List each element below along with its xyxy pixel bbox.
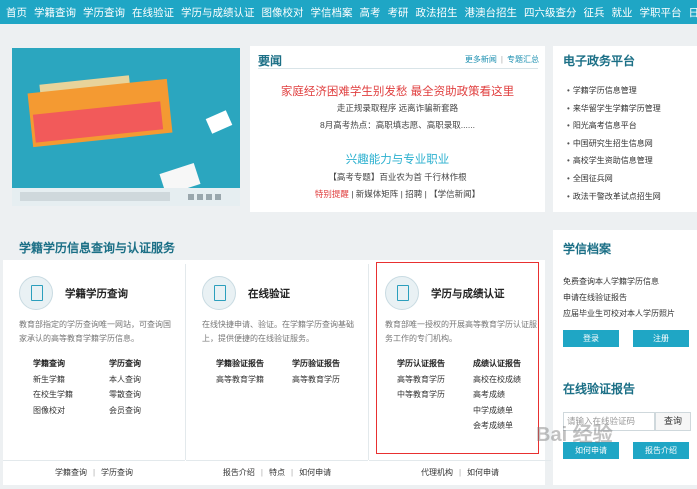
egov-link[interactable]: 中国研究生招生信息网: [567, 135, 661, 153]
banner-image[interactable]: [12, 48, 240, 206]
egov-link[interactable]: 全国征兵网: [567, 170, 661, 188]
service-link[interactable]: 高等教育学历: [292, 372, 340, 388]
banner-pager[interactable]: [188, 194, 221, 200]
nav-item[interactable]: 图像校对: [262, 5, 304, 20]
highlight-box: [376, 262, 539, 454]
card-footer: 代理机构 | 如何申请: [369, 460, 551, 486]
report-intro-button[interactable]: 报告介绍: [633, 442, 689, 459]
top-band: [0, 24, 697, 41]
services-title: 学籍学历信息查询与认证服务: [19, 241, 176, 255]
egov-link[interactable]: 来华留学生学籍学历管理: [567, 100, 661, 118]
card-title[interactable]: 学籍学历查询: [65, 286, 128, 301]
card-title[interactable]: 在线验证: [248, 286, 290, 301]
card-links-col: 学历查询 本人查询 零散查询 会员查询: [109, 356, 141, 418]
nav-item[interactable]: 考研: [388, 5, 409, 20]
footer-link[interactable]: 如何申请: [467, 468, 499, 477]
card-links-col: 学籍查询 新生学籍 在校生学籍 图像校对: [33, 356, 73, 418]
service-link[interactable]: 图像校对: [33, 403, 73, 419]
card-desc: 教育部指定的学历查询唯一网站，可查询国家承认的高等教育学籍学历信息。: [19, 320, 171, 343]
egov-link[interactable]: 阳光高考信息平台: [567, 117, 661, 135]
xueji-link[interactable]: 申请在线验证报告: [563, 292, 627, 303]
card-degree-query: 学籍学历查询 教育部指定的学历查询唯一网站，可查询国家承认的高等教育学籍学历信息…: [3, 264, 185, 486]
verify-title: 在线验证报告: [563, 382, 636, 396]
top-nav: 首页 学籍查询 学历查询 在线验证 学历与成绩认证 图像校对 学信档案 高考 考研 政法招生 港澳台…: [0, 0, 697, 24]
egov-link[interactable]: 高校学生资助信息管理: [567, 152, 661, 170]
banner-shape: [205, 110, 233, 134]
headline-link[interactable]: 兴趣能力与专业职业: [250, 151, 545, 167]
footer-link[interactable]: 代理机构: [421, 468, 453, 477]
banner-caption: [20, 192, 170, 201]
nav-item[interactable]: 港澳台招生: [465, 5, 518, 20]
service-link[interactable]: 在校生学籍: [33, 387, 73, 403]
egov-list: 学籍学历信息管理来华留学生学籍学历管理阳光高考信息平台中国研究生招生信息网高校学…: [567, 82, 661, 205]
watermark: Bai 经验: [536, 424, 613, 446]
nav-item[interactable]: 征兵: [584, 5, 605, 20]
news-link[interactable]: 走正规录取程序 远离诈骗新套路: [250, 102, 545, 114]
news-link[interactable]: 【高考专题】百业农为首 千行林作根: [250, 171, 545, 183]
nav-item[interactable]: 学历查询: [83, 5, 125, 20]
card-footer: 报告介绍 | 特点 | 如何申请: [186, 460, 368, 486]
xueji-link[interactable]: 免费查询本人学籍学历信息: [563, 276, 659, 287]
nav-item[interactable]: 在线验证: [132, 5, 174, 20]
footer-link[interactable]: 特点: [269, 468, 285, 477]
news-links-rest[interactable]: | 新媒体矩阵 | 招聘 | 【学信新闻】: [349, 189, 480, 199]
egov-link[interactable]: 政法干警改革试点招生网: [567, 188, 661, 206]
document-icon: [202, 276, 236, 310]
card-desc: 在线快捷申请、验证。在学籍学历查询基础上，提供便捷的在线验证服务。: [202, 320, 354, 343]
card-online-verify: 在线验证 在线快捷申请、验证。在学籍学历查询基础上，提供便捷的在线验证服务。 学…: [186, 264, 368, 486]
document-icon: [19, 276, 53, 310]
card-links-col: 学历验证报告 高等教育学历: [292, 356, 340, 387]
nav-item[interactable]: 就业: [612, 5, 633, 20]
footer-link[interactable]: 报告介绍: [223, 468, 255, 477]
nav-item[interactable]: 学职平台: [640, 5, 682, 20]
xueji-link[interactable]: 应届毕业生可校对本人学历照片: [563, 308, 675, 319]
footer-link[interactable]: 学籍查询: [55, 468, 87, 477]
nav-item[interactable]: 日本频道: [689, 5, 697, 20]
egov-link[interactable]: 学籍学历信息管理: [567, 82, 661, 100]
footer-link[interactable]: 学历查询: [101, 468, 133, 477]
nav-item[interactable]: 学信档案: [311, 5, 353, 20]
nav-item[interactable]: 四六级查分: [524, 5, 577, 20]
topics-link[interactable]: 专题汇总: [507, 55, 539, 64]
links-heading[interactable]: 学籍验证报告: [216, 356, 264, 372]
special-notice-link[interactable]: 特别提醒: [315, 189, 349, 199]
links-heading[interactable]: 学籍查询: [33, 356, 73, 372]
service-link[interactable]: 新生学籍: [33, 372, 73, 388]
service-link[interactable]: 会员查询: [109, 403, 141, 419]
links-heading[interactable]: 学历验证报告: [292, 356, 340, 372]
more-news-link[interactable]: 更多新闻: [465, 55, 497, 64]
links-heading[interactable]: 学历查询: [109, 356, 141, 372]
card-links-col: 学籍验证报告 高等教育学籍: [216, 356, 264, 387]
register-button[interactable]: 注册: [633, 330, 689, 347]
headline-link[interactable]: 家庭经济困难学生别发愁 最全资助政策看这里: [250, 83, 545, 99]
nav-item[interactable]: 首页: [6, 5, 27, 20]
news-panel: 要闻 更多新闻 | 专题汇总 家庭经济困难学生别发愁 最全资助政策看这里 走正规录取…: [250, 46, 545, 212]
news-link[interactable]: 8月高考热点：高职填志愿、高职录取......: [250, 119, 545, 131]
nav-item[interactable]: 学历与成绩认证: [181, 5, 255, 20]
nav-item[interactable]: 学籍查询: [34, 5, 76, 20]
login-button[interactable]: 登录: [563, 330, 619, 347]
news-links: 更多新闻 | 专题汇总: [464, 55, 539, 64]
service-link[interactable]: 高等教育学籍: [216, 372, 264, 388]
news-title: 要闻: [258, 54, 283, 68]
query-button[interactable]: 查询: [655, 412, 691, 431]
nav-item[interactable]: 高考: [360, 5, 381, 20]
xueji-title: 学信档案: [563, 242, 612, 256]
nav-item[interactable]: 政法招生: [416, 5, 458, 20]
divider: [258, 68, 538, 69]
footer-link[interactable]: 如何申请: [299, 468, 331, 477]
egov-panel: 电子政务平台 学籍学历信息管理来华留学生学籍学历管理阳光高考信息平台中国研究生招…: [553, 46, 697, 212]
news-links-row: 特别提醒 | 新媒体矩阵 | 招聘 | 【学信新闻】: [250, 188, 545, 200]
egov-title: 电子政务平台: [563, 54, 636, 68]
card-footer: 学籍查询 | 学历查询: [3, 460, 185, 486]
service-link[interactable]: 本人查询: [109, 372, 141, 388]
service-link[interactable]: 零散查询: [109, 387, 141, 403]
